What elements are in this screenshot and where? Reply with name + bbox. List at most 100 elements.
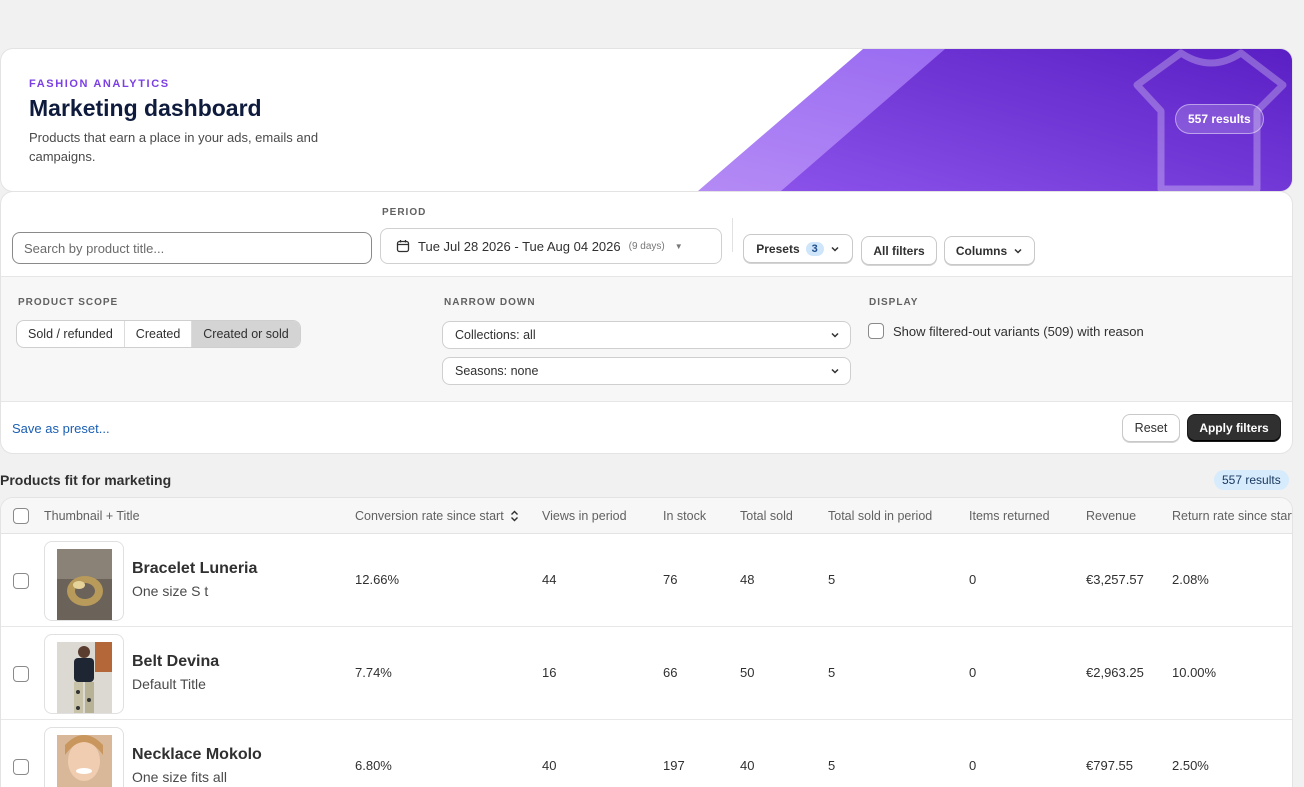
page-title: Marketing dashboard <box>29 95 262 121</box>
column-header-revenue[interactable]: Revenue <box>1086 509 1136 523</box>
return-rate-cell: 10.00% <box>1172 665 1217 680</box>
table-row[interactable]: Necklace Mokolo One size fits all 6.80% … <box>1 720 1292 787</box>
period-picker[interactable]: Tue Jul 28 2026 - Tue Aug 04 2026 (9 day… <box>380 228 722 264</box>
products-table: Thumbnail + Title Conversion rate since … <box>1 498 1292 787</box>
row-checkbox[interactable] <box>13 573 29 589</box>
product-scope-segmented: Sold / refunded Created Created or sold <box>16 320 301 348</box>
column-header-return-rate[interactable]: Return rate since start <box>1172 509 1292 523</box>
portrait-photo-icon <box>57 735 112 787</box>
narrow-down-label: NARROW DOWN <box>444 297 536 308</box>
conversion-cell: 12.66% <box>355 572 400 587</box>
row-checkbox[interactable] <box>13 666 29 682</box>
return-rate-cell: 2.50% <box>1172 758 1209 773</box>
ring-photo-icon <box>57 549 112 620</box>
search-input[interactable] <box>12 232 372 264</box>
hero-eyebrow: FASHION ANALYTICS <box>29 78 170 90</box>
select-all-checkbox[interactable] <box>13 508 29 524</box>
presets-label: Presets <box>756 241 800 256</box>
scope-option-created[interactable]: Created <box>125 321 193 347</box>
display-label: DISPLAY <box>869 297 919 308</box>
total-sold-cell: 50 <box>740 665 755 680</box>
presets-button[interactable]: Presets 3 <box>743 234 853 263</box>
seasons-value: Seasons: none <box>455 364 539 378</box>
apply-filters-button[interactable]: Apply filters <box>1187 414 1281 442</box>
return-rate-cell: 2.08% <box>1172 572 1209 587</box>
revenue-cell: €797.55 <box>1086 758 1133 773</box>
period-value: Tue Jul 28 2026 - Tue Aug 04 2026 <box>418 238 621 254</box>
column-header-total-sold[interactable]: Total sold <box>740 509 793 523</box>
all-filters-label: All filters <box>873 243 925 258</box>
column-header-conversion-label: Conversion rate since start <box>355 509 504 523</box>
column-header-in-stock[interactable]: In stock <box>663 509 706 523</box>
column-header-title[interactable]: Thumbnail + Title <box>44 509 140 523</box>
returned-cell: 0 <box>969 665 977 680</box>
product-variant: One size fits all <box>132 769 227 785</box>
product-title[interactable]: Bracelet Luneria <box>132 560 257 578</box>
sold-period-cell: 5 <box>828 572 836 587</box>
chevron-down-icon <box>831 368 839 374</box>
filters-card: PERIOD Tue Jul 28 2026 - Tue Aug 04 2026… <box>1 192 1292 453</box>
chevron-down-icon <box>1014 248 1022 254</box>
conversion-cell: 6.80% <box>355 758 392 773</box>
table-row[interactable]: Bracelet Luneria One size S t 12.66% 44 … <box>1 534 1292 627</box>
page-subtitle: Products that earn a place in your ads, … <box>29 130 319 164</box>
presets-count-badge: 3 <box>805 241 824 256</box>
model-photo-icon <box>57 642 112 713</box>
divider <box>732 218 733 252</box>
in-stock-cell: 197 <box>663 758 685 773</box>
scope-option-sold-refunded[interactable]: Sold / refunded <box>17 321 125 347</box>
views-cell: 16 <box>542 665 557 680</box>
product-variant: Default Title <box>132 676 206 692</box>
show-filtered-label: Show filtered-out variants (509) with re… <box>893 323 1144 339</box>
show-filtered-row: Show filtered-out variants (509) with re… <box>868 323 1144 339</box>
product-title[interactable]: Necklace Mokolo <box>132 746 262 764</box>
filter-panel: PRODUCT SCOPE Sold / refunded Created Cr… <box>1 276 1292 402</box>
table-header: Thumbnail + Title Conversion rate since … <box>1 498 1292 534</box>
column-header-sold-period[interactable]: Total sold in period <box>828 509 932 523</box>
columns-button[interactable]: Columns <box>944 236 1035 265</box>
product-thumbnail <box>44 727 124 787</box>
column-header-returned[interactable]: Items returned <box>969 509 1050 523</box>
table-row[interactable]: Belt Devina Default Title 7.74% 16 66 50… <box>1 627 1292 720</box>
column-header-conversion[interactable]: Conversion rate since start <box>355 509 519 523</box>
scope-option-created-or-sold[interactable]: Created or sold <box>192 321 300 347</box>
all-filters-button[interactable]: All filters <box>861 236 937 265</box>
in-stock-cell: 66 <box>663 665 678 680</box>
views-cell: 40 <box>542 758 557 773</box>
products-section-title: Products fit for marketing <box>0 472 172 488</box>
sold-period-cell: 5 <box>828 665 836 680</box>
seasons-select[interactable]: Seasons: none <box>442 357 851 385</box>
columns-label: Columns <box>955 243 1008 258</box>
row-checkbox[interactable] <box>13 759 29 775</box>
product-variant: One size S t <box>132 583 209 599</box>
total-sold-cell: 48 <box>740 572 755 587</box>
product-scope-label: PRODUCT SCOPE <box>18 297 119 308</box>
caret-down-icon: ▼ <box>674 241 683 251</box>
product-thumbnail <box>44 541 124 621</box>
save-preset-link[interactable]: Save as preset... <box>12 421 110 436</box>
sort-icon <box>511 510 519 522</box>
show-filtered-checkbox[interactable] <box>868 323 884 339</box>
hero-banner: FASHION ANALYTICS Marketing dashboard Pr… <box>1 49 1292 191</box>
period-label: PERIOD <box>382 207 427 218</box>
conversion-cell: 7.74% <box>355 665 392 680</box>
calendar-icon <box>396 240 410 253</box>
in-stock-cell: 76 <box>663 572 678 587</box>
results-count-badge: 557 results <box>1175 104 1264 134</box>
chevron-down-icon <box>831 246 839 252</box>
product-thumbnail <box>44 634 124 714</box>
reset-button[interactable]: Reset <box>1122 414 1180 442</box>
collections-value: Collections: all <box>455 328 536 342</box>
returned-cell: 0 <box>969 758 977 773</box>
period-days: (9 days) <box>628 240 665 252</box>
column-header-views[interactable]: Views in period <box>542 509 627 523</box>
returned-cell: 0 <box>969 572 977 587</box>
total-sold-cell: 40 <box>740 758 755 773</box>
products-results-badge: 557 results <box>1214 470 1289 490</box>
product-title[interactable]: Belt Devina <box>132 653 219 671</box>
collections-select[interactable]: Collections: all <box>442 321 851 349</box>
chevron-down-icon <box>831 332 839 338</box>
revenue-cell: €2,963.25 <box>1086 665 1144 680</box>
revenue-cell: €3,257.57 <box>1086 572 1144 587</box>
views-cell: 44 <box>542 572 557 587</box>
